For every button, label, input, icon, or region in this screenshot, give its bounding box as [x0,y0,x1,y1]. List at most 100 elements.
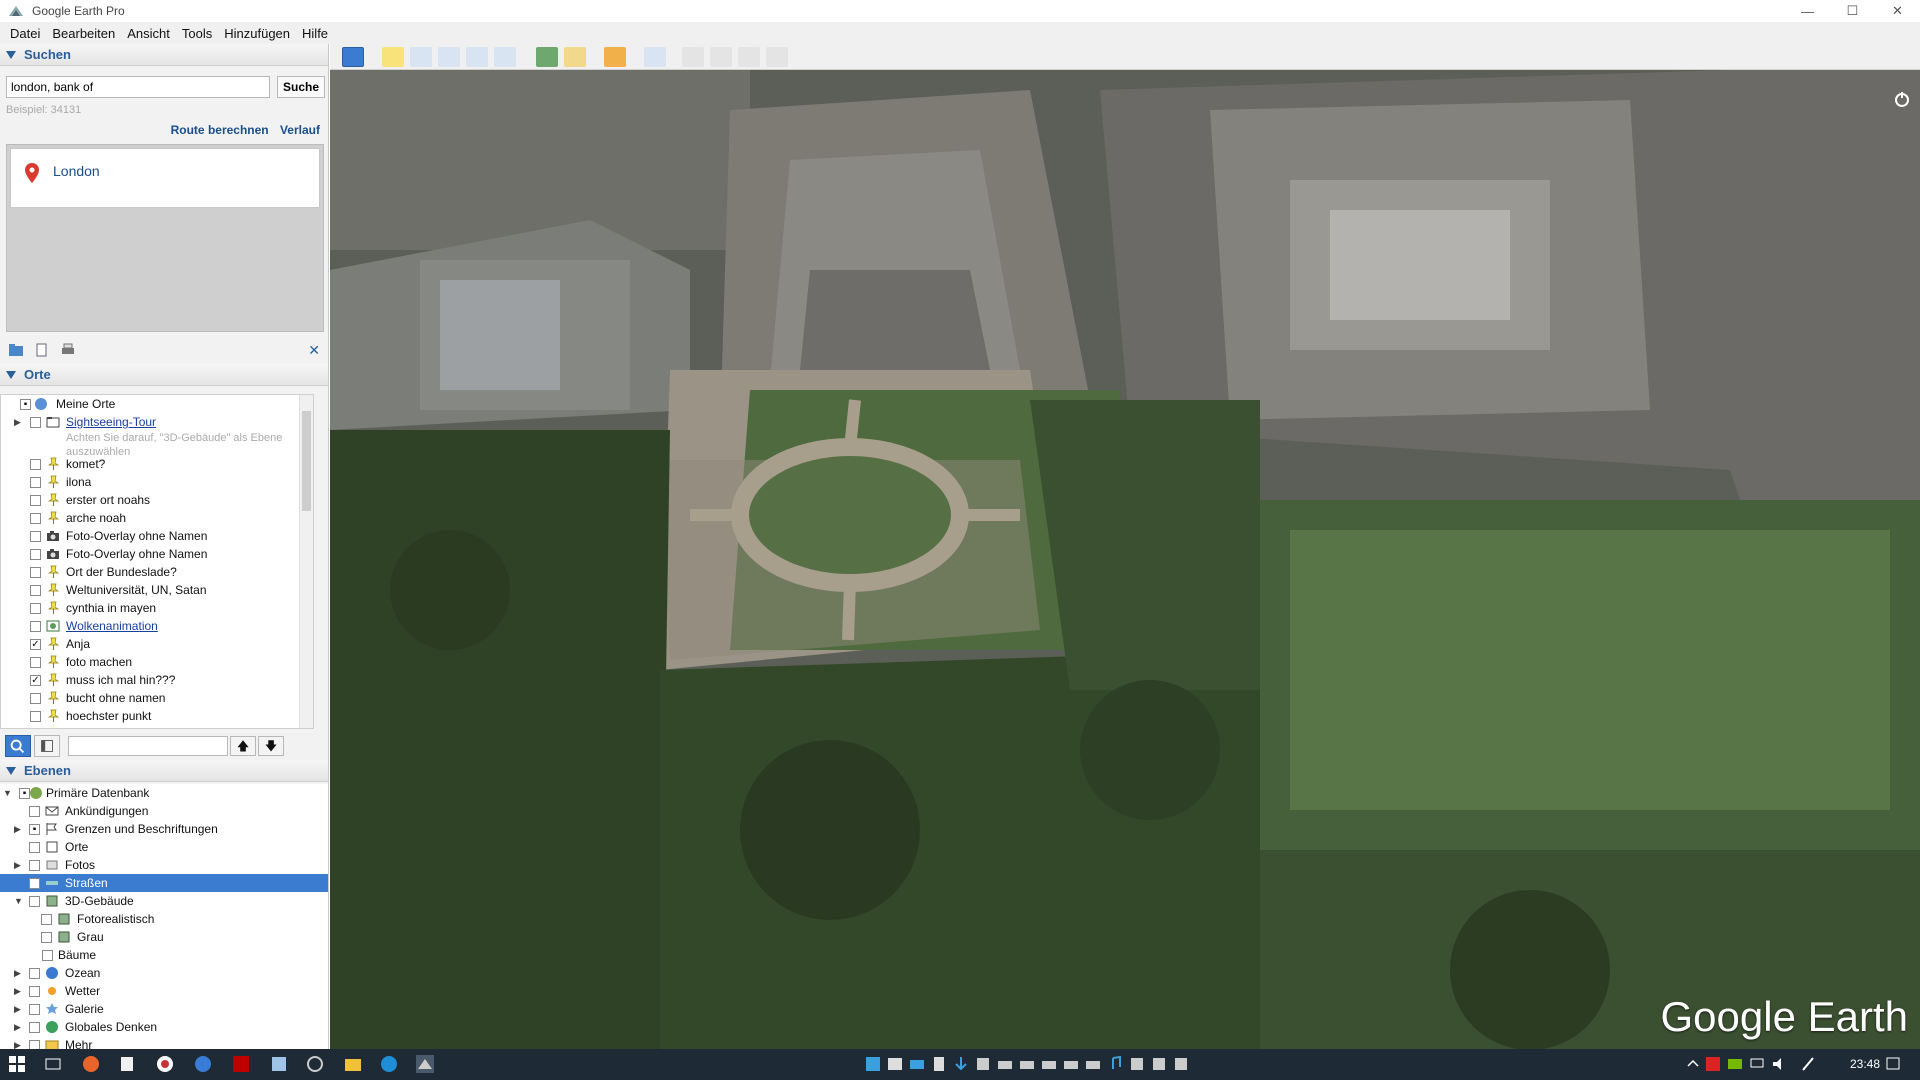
places-item[interactable]: bucht ohne namen [1,689,301,707]
tree-root[interactable]: ▪ Meine Orte [1,395,301,413]
places-item-checkbox[interactable] [30,620,41,632]
layer-checkbox[interactable] [29,967,40,979]
save-image-button[interactable] [738,47,760,67]
menu-datei[interactable]: Datei [4,26,46,41]
google-earth-taskbar-icon[interactable] [416,1055,434,1073]
nvidia-icon[interactable] [1726,1055,1744,1073]
volume-icon[interactable] [1770,1055,1788,1073]
add-placemark-button[interactable] [382,47,404,67]
places-item-checkbox[interactable] [30,692,41,704]
task-view-icon[interactable] [44,1055,62,1073]
sunlight-button[interactable] [564,47,586,67]
tray-app-icon[interactable] [930,1055,948,1073]
layer-item[interactable]: Ankündigungen [0,802,328,820]
layer-checkbox[interactable] [29,805,40,817]
search-section-header[interactable]: Suchen [0,44,328,66]
route-link[interactable]: Route berechnen [171,123,269,137]
collapse-icon[interactable]: ▼ [3,788,13,798]
places-item-checkbox[interactable] [30,566,41,578]
expand-icon[interactable]: ▶ [14,824,24,834]
layer-item[interactable]: Orte [0,838,328,856]
print-button[interactable] [710,47,732,67]
explorer-icon[interactable] [344,1055,362,1073]
layer-item[interactable]: ▶ Mehr [0,1036,328,1049]
media-icon[interactable] [156,1055,174,1073]
history-link[interactable]: Verlauf [280,123,320,137]
tray-app-icon[interactable] [886,1055,904,1073]
menu-bearbeiten[interactable]: Bearbeiten [46,26,121,41]
places-item[interactable]: ✓ Anja [1,635,301,653]
places-item[interactable]: komet? [1,455,301,473]
places-item[interactable]: arche noah [1,509,301,527]
filezilla-icon[interactable] [232,1055,250,1073]
places-item[interactable]: Wolkenanimation [1,617,301,635]
browser-icon[interactable] [194,1055,212,1073]
antivirus-icon[interactable] [1704,1055,1722,1073]
menu-tools[interactable]: Tools [176,26,218,41]
planets-button[interactable] [604,47,626,67]
places-item-checkbox[interactable] [30,458,41,470]
tray-app-icon[interactable] [974,1055,992,1073]
places-item-checkbox[interactable] [30,512,41,524]
places-scrollbar[interactable] [299,395,313,728]
sidebar-toggle-button[interactable] [342,47,364,67]
places-item-checkbox[interactable] [30,710,41,722]
root-checkbox[interactable]: ▪ [20,398,31,410]
add-path-button[interactable] [438,47,460,67]
places-item[interactable]: Ort der Bundeslade? [1,563,301,581]
layer-item[interactable]: Straßen [0,874,328,892]
expand-icon[interactable]: ▶ [14,986,24,996]
layer-item[interactable]: ▶ Fotos [0,856,328,874]
tour-checkbox[interactable] [30,416,41,428]
places-item-checkbox[interactable]: ✓ [30,638,41,650]
expand-icon[interactable]: ▶ [14,1040,24,1049]
ruler-button[interactable] [644,47,666,67]
places-item-label[interactable]: Wolkenanimation [66,619,158,633]
search-button[interactable]: Suche [277,76,325,98]
search-places-button[interactable] [5,735,31,757]
layer-checkbox[interactable]: ▪ [29,823,40,835]
download-icon[interactable] [952,1055,970,1073]
tray-app-icon[interactable] [996,1055,1014,1073]
minimize-icon[interactable]: — [1785,0,1830,22]
places-item[interactable]: Weltuniversität, UN, Satan [1,581,301,599]
layer-checkbox[interactable] [41,913,52,925]
menu-ansicht[interactable]: Ansicht [121,26,176,41]
expand-icon[interactable]: ▶ [14,1004,24,1014]
app-icon[interactable] [270,1055,288,1073]
places-item-checkbox[interactable] [30,656,41,668]
layers-section-header[interactable]: Ebenen [0,760,328,782]
places-filter-input[interactable] [68,736,228,756]
map-view[interactable]: Google Earth [330,70,1920,1049]
places-section-header[interactable]: Orte [0,364,328,386]
move-down-button[interactable]: 🡇 [258,736,284,756]
places-item[interactable]: erster ort noahs [1,491,301,509]
tray-app-icon[interactable] [864,1055,882,1073]
move-up-button[interactable]: 🡅 [230,736,256,756]
layer-checkbox[interactable] [29,985,40,997]
places-item[interactable]: foto machen [1,653,301,671]
tray-app-icon[interactable] [908,1055,926,1073]
expand-icon[interactable]: ▶ [14,417,24,427]
layer-checkbox[interactable] [29,859,40,871]
layer-item[interactable]: Fotorealistisch [0,910,328,928]
search-result-item[interactable]: London [10,148,320,208]
clock-app-icon[interactable] [306,1055,324,1073]
tray-app-icon[interactable] [1062,1055,1080,1073]
collapse-icon[interactable]: ▼ [14,896,24,906]
tray-app-icon[interactable] [1150,1055,1168,1073]
tour-label[interactable]: Sightseeing-Tour [66,415,156,429]
tray-app-icon[interactable] [1040,1055,1058,1073]
places-item[interactable]: Foto-Overlay ohne Namen [1,545,301,563]
tray-app-icon[interactable] [1018,1055,1036,1073]
places-item-checkbox[interactable] [30,530,41,542]
places-item-checkbox[interactable] [30,584,41,596]
layer-item[interactable]: ▶ Wetter [0,982,328,1000]
expand-icon[interactable]: ▶ [14,860,24,870]
windows-start-icon[interactable] [8,1055,26,1073]
tray-app-icon[interactable] [1128,1055,1146,1073]
music-icon[interactable] [1106,1055,1124,1073]
places-item[interactable]: ilona [1,473,301,491]
record-tour-button[interactable] [494,47,516,67]
compass-icon[interactable] [1892,90,1912,110]
